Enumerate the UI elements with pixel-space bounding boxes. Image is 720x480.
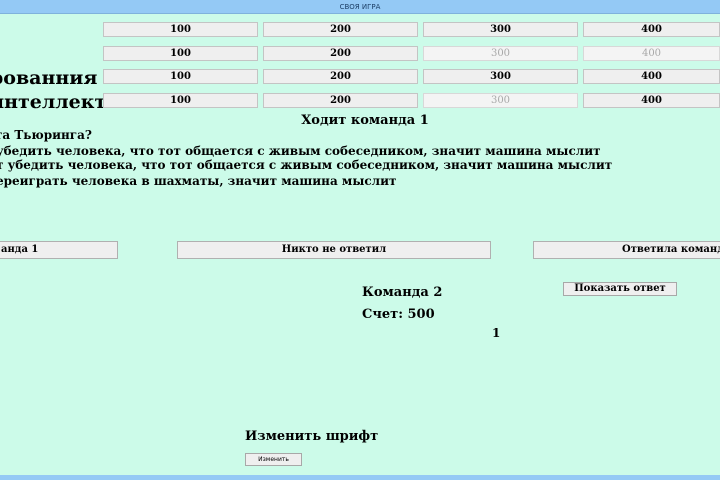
answer-option: убедить человека, что тот общается с жив… (0, 144, 601, 158)
team1-answered-button[interactable]: анда 1 (0, 241, 118, 259)
nobody-answered-button[interactable]: Никто не ответил (177, 241, 491, 259)
change-font-button[interactable]: Изменить (245, 453, 302, 466)
answer-option: т убедить человека, что тот общается с ж… (0, 158, 613, 172)
price-cell[interactable]: 200 (263, 46, 418, 61)
team2-answered-button[interactable]: Ответила команда 2 (533, 241, 720, 259)
price-cell[interactable]: 100 (103, 93, 258, 108)
show-answer-button[interactable]: Показать ответ (563, 282, 677, 296)
price-cell[interactable]: 400 (583, 93, 720, 108)
price-cell[interactable]: 100 (103, 69, 258, 84)
price-cell-used: 300 (423, 46, 578, 61)
score-label: Счет: 500 (362, 307, 435, 322)
category-label: интеллект (0, 91, 107, 113)
category-label: рованния (0, 67, 98, 89)
price-cell-used: 300 (423, 93, 578, 108)
current-team-label: Команда 2 (362, 285, 443, 300)
change-font-heading: Изменить шрифт (245, 429, 379, 444)
price-cell-used: 400 (583, 46, 720, 61)
price-cell[interactable]: 200 (263, 69, 418, 84)
counter-value: 1 (492, 326, 501, 340)
price-cell[interactable]: 100 (103, 22, 258, 37)
answer-option: ереиграть человека в шахматы, значит маш… (0, 174, 397, 188)
price-cell[interactable]: 400 (583, 69, 720, 84)
price-cell[interactable]: 200 (263, 22, 418, 37)
window-title: СВОЯ ИГРА (339, 3, 381, 11)
turn-indicator: Ходит команда 1 (301, 113, 429, 128)
price-cell[interactable]: 300 (423, 69, 578, 84)
price-cell[interactable]: 300 (423, 22, 578, 37)
question-text: еста Тьюринга? (0, 128, 92, 142)
price-cell[interactable]: 100 (103, 46, 258, 61)
price-cell[interactable]: 200 (263, 93, 418, 108)
window-bottom-frame (0, 475, 720, 480)
window-title-bar: СВОЯ ИГРА (0, 0, 720, 14)
price-cell[interactable]: 400 (583, 22, 720, 37)
